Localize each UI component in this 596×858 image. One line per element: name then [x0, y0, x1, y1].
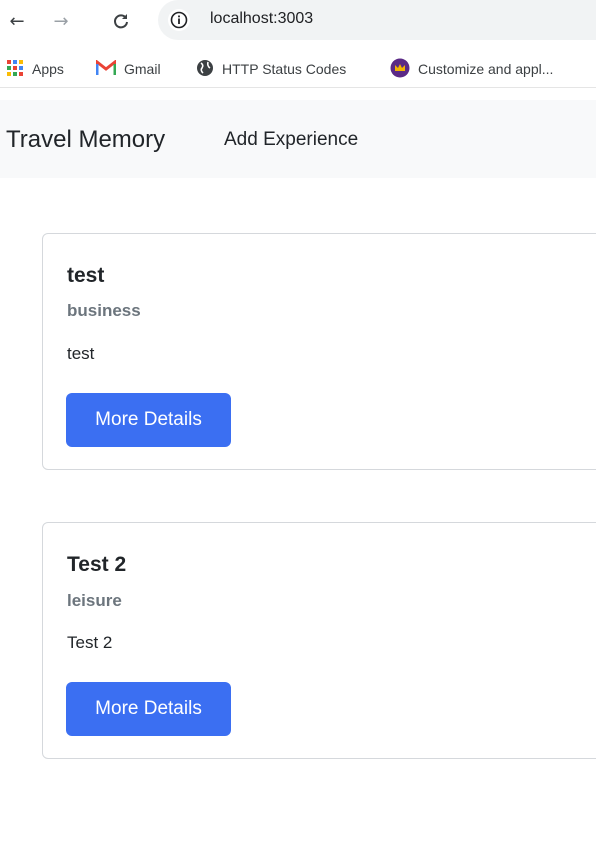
- gmail-icon: [95, 58, 117, 79]
- bookmark-customize[interactable]: Customize and appl...: [390, 58, 553, 80]
- more-details-button[interactable]: More Details: [66, 682, 231, 736]
- experience-card: Test 2 leisure Test 2 More Details: [42, 522, 596, 759]
- card-title: test: [67, 264, 105, 287]
- bookmarks-bar: Apps Gmail HTTP Status Codes Customize a…: [0, 50, 596, 88]
- address-bar[interactable]: localhost:3003: [158, 0, 596, 40]
- forward-arrow-icon[interactable]: →: [48, 8, 74, 34]
- reload-icon[interactable]: [108, 8, 134, 34]
- app-navbar: Travel Memory Add Experience: [0, 100, 596, 178]
- bookmark-label: HTTP Status Codes: [222, 61, 347, 77]
- card-subtitle: leisure: [67, 591, 122, 610]
- card-subtitle: business: [67, 301, 141, 320]
- bookmark-label: Gmail: [124, 61, 161, 77]
- url-text[interactable]: localhost:3003: [210, 10, 313, 28]
- bookmark-label: Customize and appl...: [418, 61, 554, 77]
- browser-toolbar: ← → localhost:3003: [0, 0, 596, 44]
- experience-card: test business test More Details: [42, 233, 596, 470]
- card-title: Test 2: [67, 553, 127, 576]
- more-details-button[interactable]: More Details: [66, 393, 231, 447]
- card-text: Test 2: [67, 633, 113, 652]
- bookmark-label: Apps: [32, 61, 64, 77]
- add-experience-link[interactable]: Add Experience: [224, 129, 358, 151]
- site-info-icon[interactable]: [168, 9, 190, 31]
- crown-icon: [390, 58, 410, 81]
- card-text: test: [67, 344, 95, 363]
- bookmark-gmail[interactable]: Gmail: [95, 58, 161, 80]
- bookmark-http-status-codes[interactable]: HTTP Status Codes: [196, 58, 346, 80]
- globe-icon: [196, 59, 214, 80]
- bookmark-apps[interactable]: Apps: [6, 58, 64, 80]
- apps-grid-icon: [6, 59, 24, 80]
- back-arrow-icon[interactable]: ←: [4, 8, 30, 34]
- navbar-brand[interactable]: Travel Memory: [6, 126, 165, 154]
